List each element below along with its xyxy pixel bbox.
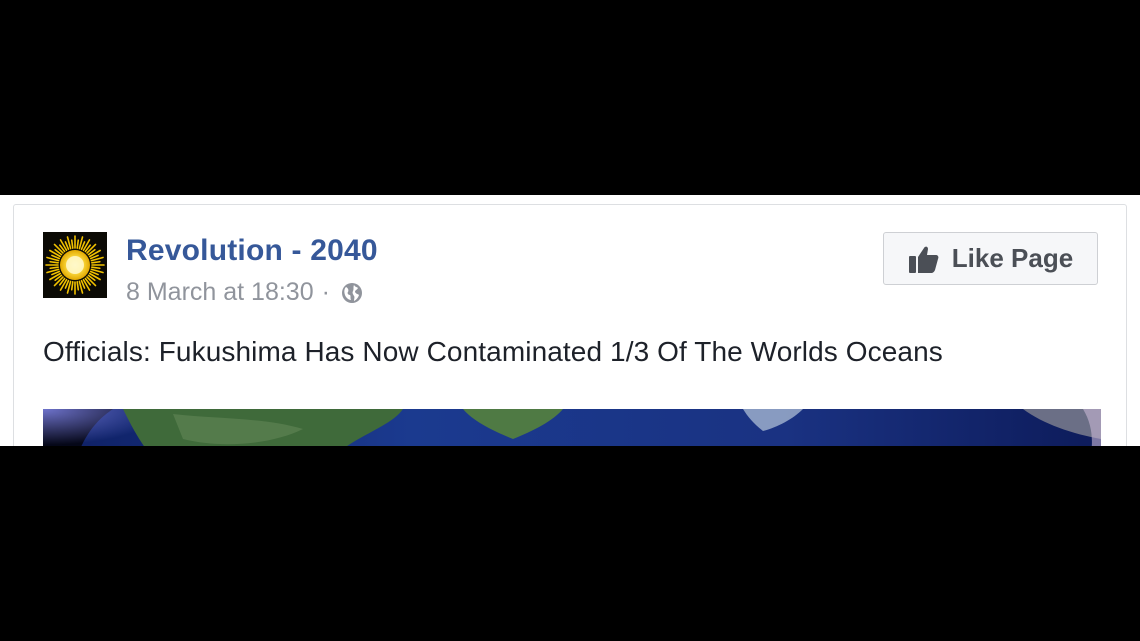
sun-logo-icon (43, 232, 107, 298)
like-page-label: Like Page (951, 243, 1074, 273)
page-avatar[interactable] (43, 232, 107, 298)
post-timestamp[interactable]: 8 March at 18:30 (126, 278, 314, 307)
facebook-post-card: Revolution - 2040 8 March at 18:30 · Lik… (13, 204, 1127, 446)
page-name-link[interactable]: Revolution - 2040 (126, 234, 378, 268)
post-viewport: Revolution - 2040 8 March at 18:30 · Lik… (0, 195, 1140, 446)
like-page-button[interactable]: Like Page (883, 232, 1098, 285)
post-text: Officials: Fukushima Has Now Contaminate… (43, 336, 943, 367)
screenshot-stage: Revolution - 2040 8 March at 18:30 · Lik… (0, 0, 1140, 641)
post-image-earth[interactable] (43, 409, 1101, 446)
thumbs-up-icon (908, 244, 940, 274)
post-meta: 8 March at 18:30 · (126, 278, 364, 307)
meta-separator: · (321, 278, 330, 306)
globe-icon[interactable] (340, 281, 364, 305)
